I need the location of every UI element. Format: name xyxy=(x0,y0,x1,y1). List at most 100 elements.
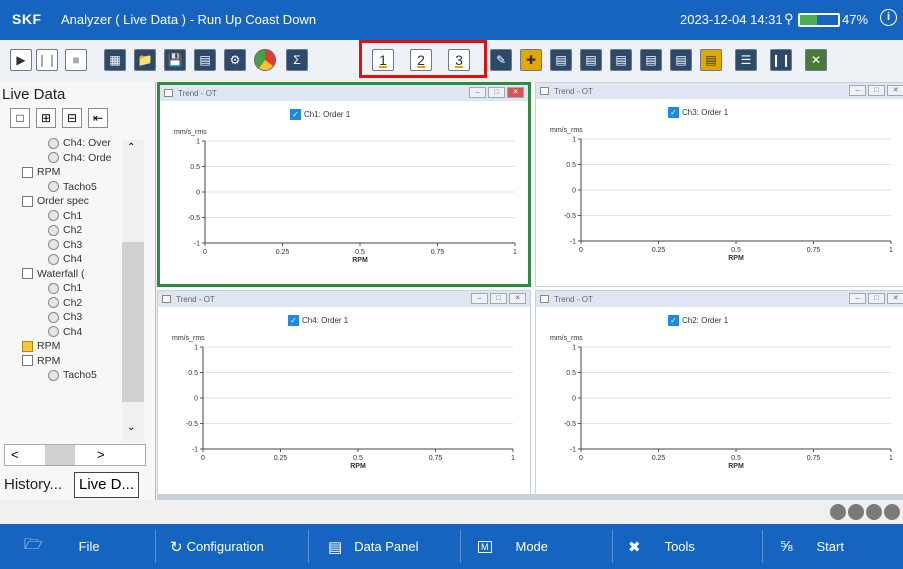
document-button[interactable]: ▤ xyxy=(194,49,216,71)
x-tick-label: 1 xyxy=(889,455,893,462)
x-tick-label: 0.75 xyxy=(807,455,821,462)
columns-button[interactable]: ❙❙ xyxy=(770,49,792,71)
tree-item[interactable]: Waterfall ( xyxy=(22,267,162,281)
chart-panel[interactable]: Trend - OT – □ ✕ ✓ Ch3: Order 1 mm/s_rms 1 0.5 0-… xyxy=(535,82,903,287)
x-tick-label: 0.5 xyxy=(731,455,741,462)
horizontal-scrollbar[interactable]: < > xyxy=(4,444,146,466)
pie-chart-button[interactable] xyxy=(254,49,276,71)
bars-2-button[interactable]: ▤ xyxy=(640,49,662,71)
chart-panel[interactable]: Trend - OT – □ ✕ ✓ Ch1: Order 1 mm/s_rms 1 0.5 0-… xyxy=(157,82,531,287)
panel-title: Trend - OT xyxy=(554,295,593,304)
tree-item[interactable]: RPM xyxy=(22,354,162,368)
x-axis-label: RPM xyxy=(352,257,368,264)
minimize-icon[interactable]: – xyxy=(469,87,486,98)
chart-panel[interactable]: Trend - OT – □ ✕ ✓ Ch4: Order 1 mm/s_rms 1 0.5 0-… xyxy=(157,290,531,495)
tree-item[interactable]: RPM xyxy=(22,339,162,353)
tree-item-label: Tacho5 xyxy=(63,369,97,381)
x-tick-label: 0.75 xyxy=(807,247,821,254)
configuration-button[interactable]: ↻ Configuration xyxy=(170,524,264,569)
chart-panel[interactable]: Trend - OT – □ ✕ ✓ Ch2: Order 1 mm/s_rms 1 0.5 0-… xyxy=(535,290,903,495)
channel-icon xyxy=(48,224,59,236)
spectrum-button[interactable]: ▤ xyxy=(550,49,572,71)
panel-icon xyxy=(164,89,173,97)
tree-collapse-icon[interactable]: ⊟ xyxy=(62,108,82,128)
sigma-button[interactable]: Σ xyxy=(286,49,308,71)
record-button[interactable]: ▦ xyxy=(104,49,126,71)
panel-header: Trend - OT – □ ✕ xyxy=(160,85,528,101)
panel-button[interactable]: ▤ xyxy=(700,49,722,71)
hscroll-thumb[interactable] xyxy=(45,445,75,465)
close-icon[interactable]: ✕ xyxy=(887,293,903,304)
y-tick-label: 1 xyxy=(196,139,200,146)
minimize-icon[interactable]: – xyxy=(849,293,866,304)
page-dot-3 xyxy=(866,504,882,520)
data-panel-label: Data Panel xyxy=(354,539,419,554)
tree-item-label: Ch3 xyxy=(63,311,83,323)
save-button[interactable]: 💾 xyxy=(164,49,186,71)
x-tick-label: 1 xyxy=(889,247,893,254)
bars-button[interactable]: ▤ xyxy=(610,49,632,71)
close-icon[interactable]: ✕ xyxy=(887,85,903,96)
y-tick-label: 0.5 xyxy=(190,164,200,171)
minimize-icon[interactable]: – xyxy=(849,85,866,96)
checkbox-icon[interactable]: ✓ xyxy=(288,315,299,326)
y-tick-label: 0 xyxy=(572,188,576,195)
stop-button[interactable]: ■ xyxy=(65,49,87,71)
open-folder-button[interactable]: 📁 xyxy=(134,49,156,71)
close-icon[interactable]: ✕ xyxy=(509,293,526,304)
tree-item[interactable]: RPM xyxy=(22,165,162,179)
new-item-icon[interactable]: □ xyxy=(10,108,30,128)
folder-icon: 🗁 xyxy=(24,536,43,553)
tools-label: Tools xyxy=(664,539,695,554)
close-icon[interactable]: ✕ xyxy=(507,87,524,98)
tree-expand-icon[interactable]: ⊞ xyxy=(36,108,56,128)
tab-live-data[interactable]: Live D... xyxy=(74,472,140,498)
y-tick-label: -0.5 xyxy=(564,213,576,220)
channel-icon xyxy=(48,239,59,250)
tree-item-label: Ch4: Orde xyxy=(63,151,112,164)
list-button[interactable]: ☰ xyxy=(735,49,757,71)
tools-icon: ✖ xyxy=(628,538,641,556)
mode-button[interactable]: M Mode xyxy=(478,524,548,569)
pause-button[interactable]: ❙❙ xyxy=(36,49,58,71)
maximize-icon[interactable]: □ xyxy=(488,87,505,98)
play-button[interactable]: ▶ xyxy=(10,49,32,71)
data-panel-button[interactable]: ▤ Data Panel xyxy=(328,524,419,569)
file-button[interactable]: 🗁 File xyxy=(24,524,100,569)
info-icon[interactable]: i xyxy=(880,9,897,26)
tools-button[interactable]: ✖ Tools xyxy=(628,524,695,569)
scroll-right-icon[interactable]: > xyxy=(97,447,105,462)
tab-history[interactable]: History... xyxy=(4,476,62,493)
chart-legend[interactable]: ✓ Ch1: Order 1 xyxy=(290,109,350,120)
minimize-icon[interactable]: – xyxy=(471,293,488,304)
scroll-left-icon[interactable]: < xyxy=(11,447,19,462)
start-button[interactable]: ⅝ Start xyxy=(780,524,844,569)
checkbox-icon[interactable]: ✓ xyxy=(668,315,679,326)
maximize-icon[interactable]: □ xyxy=(868,293,885,304)
chart-legend[interactable]: ✓ Ch4: Order 1 xyxy=(288,315,348,326)
spectrum-2-button[interactable]: ▤ xyxy=(580,49,602,71)
tree-move-icon[interactable]: ⇤ xyxy=(88,108,108,128)
legend-label: Ch1: Order 1 xyxy=(304,110,351,119)
tree-item-label: RPM xyxy=(37,354,61,367)
checkbox-icon[interactable]: ✓ xyxy=(290,109,301,120)
channel-icon xyxy=(48,137,59,149)
y-tick-label: 0.5 xyxy=(566,370,576,377)
tree-item-label: RPM xyxy=(37,166,61,178)
chart-legend[interactable]: ✓ Ch2: Order 1 xyxy=(668,315,728,326)
channel-icon xyxy=(48,253,59,265)
wifi-icon: ⚲ xyxy=(784,11,794,26)
plot-button[interactable]: ▤ xyxy=(670,49,692,71)
x-tick-label: 0.25 xyxy=(274,455,288,462)
tree-item[interactable]: Order spec xyxy=(22,194,162,208)
tree-item-label: Ch1 xyxy=(63,209,83,222)
maximize-icon[interactable]: □ xyxy=(490,293,507,304)
gear-button[interactable]: ⚙ xyxy=(224,49,246,71)
close-panel-button[interactable]: ✕ xyxy=(805,49,827,71)
maximize-icon[interactable]: □ xyxy=(868,85,885,96)
chart-area: Trend - OT – □ ✕ ✓ Ch1: Order 1 mm/s_rms 1 0.5 0-… xyxy=(157,82,903,500)
cursor-button[interactable]: ✎ xyxy=(490,49,512,71)
chart-legend[interactable]: ✓ Ch3: Order 1 xyxy=(668,107,728,118)
add-button[interactable]: ✚ xyxy=(520,49,542,71)
checkbox-icon[interactable]: ✓ xyxy=(668,107,679,118)
